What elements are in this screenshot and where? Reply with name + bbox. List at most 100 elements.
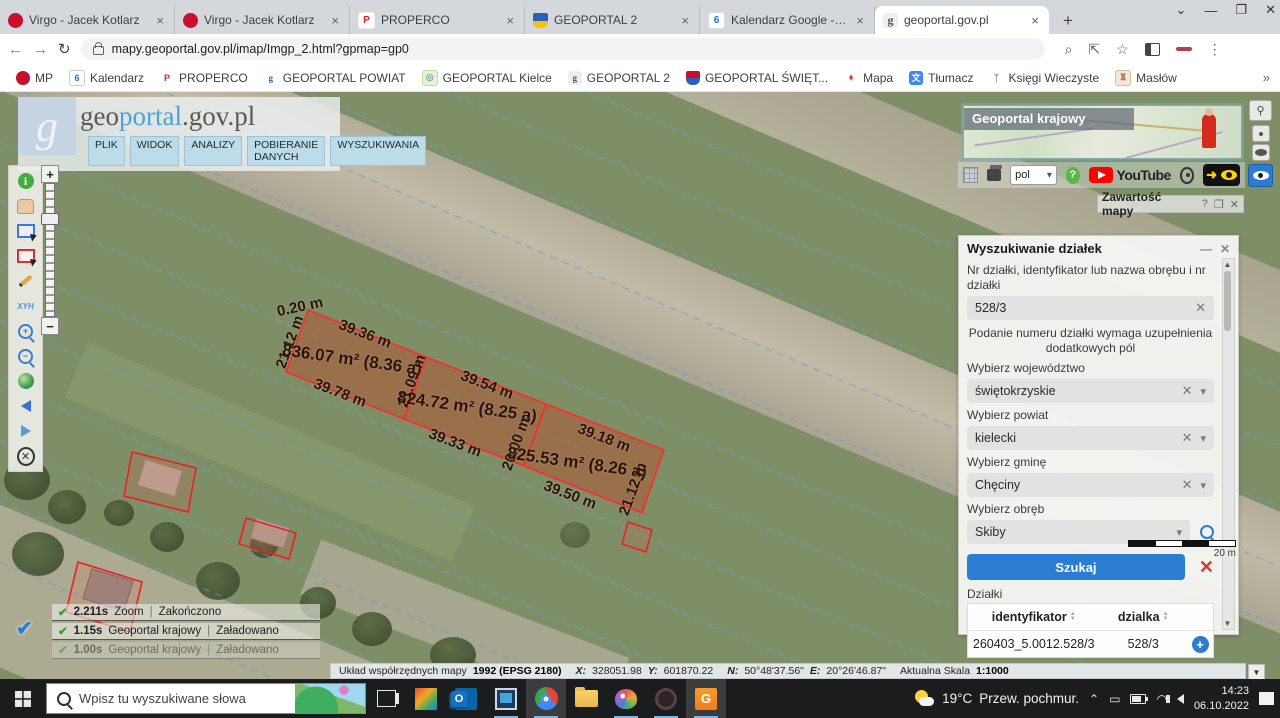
slider-zoom-out-button[interactable]: − <box>41 317 59 335</box>
tab-close-icon[interactable]: × <box>154 13 166 28</box>
select-rectangle-button[interactable] <box>17 222 35 240</box>
taskbar-app-chrome[interactable] <box>526 679 566 718</box>
panel-scrollbar[interactable]: ▲ ▼ <box>1222 258 1235 630</box>
bookmark-geoportal-powiat[interactable]: gGEOPORTAL POWIAT <box>258 69 412 87</box>
taskbar-clock[interactable]: 14:23 06.10.2022 <box>1194 684 1249 713</box>
tab-close-icon[interactable]: × <box>854 13 866 28</box>
taskbar-app-photos[interactable] <box>406 679 446 718</box>
zoom-out-button[interactable]: − <box>17 347 35 365</box>
tab-close-icon[interactable]: × <box>1029 13 1041 28</box>
scroll-down-icon[interactable]: ▼ <box>1223 619 1232 628</box>
bookmark-mapa[interactable]: ⬧Mapa <box>838 69 899 87</box>
bookmark-maslow[interactable]: ♜Masłów <box>1109 68 1183 88</box>
taskbar-app-g[interactable]: G <box>686 679 726 718</box>
bookmarks-overflow-icon[interactable]: » <box>1263 70 1270 85</box>
measure-button[interactable] <box>17 272 35 290</box>
zoom-slider-handle[interactable] <box>41 213 59 225</box>
url-field[interactable]: mapy.geoportal.gov.pl/imap/Imgp_2.html?g… <box>81 38 1045 60</box>
chevron-down-icon[interactable]: ▾ <box>1200 385 1206 398</box>
clear-icon[interactable]: ✕ <box>1182 477 1193 493</box>
hidden-icons-chevron[interactable]: ⌃ <box>1089 692 1099 706</box>
tablet-mode-icon[interactable]: ▭ <box>1109 692 1120 706</box>
full-extent-button[interactable] <box>17 372 35 390</box>
bookmark-geoportal-2[interactable]: gGEOPORTAL 2 <box>562 69 676 87</box>
taskbar-search-box[interactable]: Wpisz tu wyszukiwane słowa <box>46 683 366 714</box>
bookmark-geoportal-kielce[interactable]: ◎GEOPORTAL Kielce <box>416 68 558 88</box>
notification-center-icon[interactable] <box>1259 692 1274 705</box>
scroll-down-button[interactable]: ▼ <box>1248 664 1265 679</box>
chevron-down-icon[interactable]: ▾ <box>1200 479 1206 492</box>
bookmark-star-icon[interactable]: ☆ <box>1116 41 1129 58</box>
bookmark-mp[interactable]: MP <box>10 69 59 87</box>
search-icon[interactable] <box>1200 525 1214 539</box>
bookmark-ksiegi[interactable]: ᛉKsięgi Wieczyste <box>983 69 1105 87</box>
overview-minimap[interactable]: Geoportal krajowy <box>963 105 1242 159</box>
start-button[interactable] <box>0 679 46 718</box>
reload-icon[interactable]: ↻ <box>58 40 71 58</box>
slider-zoom-in-button[interactable]: + <box>41 165 59 183</box>
bookmark-properco[interactable]: PPROPERCO <box>154 69 254 87</box>
clear-selection-button[interactable]: ✕ <box>17 447 35 465</box>
close-icon[interactable]: ✕ <box>1220 242 1230 256</box>
add-parcel-button[interactable]: + <box>1192 636 1209 653</box>
volume-icon[interactable] <box>1177 694 1184 704</box>
clear-icon[interactable]: ✕ <box>1182 383 1193 399</box>
previous-view-button[interactable] <box>17 397 35 415</box>
tab-close-icon[interactable]: × <box>504 13 516 28</box>
minimize-icon[interactable]: — <box>1200 242 1212 256</box>
pan-button[interactable] <box>17 197 35 215</box>
menu-pobieranie-danych[interactable]: POBIERANIE DANYCH <box>247 136 325 166</box>
clear-icon[interactable]: ✕ <box>1195 300 1206 316</box>
commune-select[interactable]: Chęciny ✕ ▾ <box>967 473 1214 497</box>
taskbar-app-dark[interactable] <box>646 679 686 718</box>
extension-icon[interactable] <box>1176 47 1192 51</box>
youtube-link[interactable]: YouTube <box>1089 167 1171 183</box>
bookmark-geoportal-swiet[interactable]: GEOPORTAL ŚWIĘT... <box>680 69 834 87</box>
column-dzialka[interactable]: dzialka▲▼ <box>1099 604 1187 630</box>
eye-toggle-button[interactable] <box>1252 144 1270 161</box>
language-select[interactable]: pol▾ <box>1010 165 1057 185</box>
map-tools-button[interactable]: ⚲ <box>1249 100 1272 121</box>
menu-analizy[interactable]: ANALIZY <box>184 136 242 166</box>
tab-close-icon[interactable]: × <box>679 13 691 28</box>
battery-icon[interactable] <box>1130 694 1146 704</box>
tab-close-icon[interactable]: × <box>329 13 341 28</box>
bookmark-tlumacz[interactable]: 文Tłumacz <box>903 69 979 87</box>
tab-kalendarz[interactable]: 6 Kalendarz Google - cz × <box>700 6 875 34</box>
taskbar-app-explorer[interactable] <box>566 679 606 718</box>
search-highlight-art[interactable] <box>295 684 365 714</box>
taskbar-app-paint[interactable] <box>606 679 646 718</box>
column-identyfikator[interactable]: identyfikator▲▼ <box>968 604 1099 630</box>
select-red-rectangle-button[interactable] <box>17 247 35 265</box>
zoom-slider-track[interactable] <box>45 183 55 317</box>
menu-wyszukiwania[interactable]: WYSZUKIWANIA <box>330 136 426 166</box>
zoom-page-icon[interactable]: ⌕ <box>1065 41 1073 58</box>
map-viewport[interactable]: 0.20 m 21.12 m 39.36 m 836.07 m² (8.36 a… <box>0 92 1280 679</box>
layer-visibility-button[interactable] <box>1248 164 1273 187</box>
tab-geoportal-active[interactable]: g geoportal.gov.pl × <box>875 6 1049 34</box>
next-view-button[interactable] <box>17 422 35 440</box>
tab-virgo-1[interactable]: Virgo - Jacek Kotlarz × <box>0 6 175 34</box>
menu-widok[interactable]: WIDOK <box>130 136 180 166</box>
help-icon[interactable]: ? <box>1202 198 1208 210</box>
identify-button[interactable]: i <box>17 172 35 190</box>
chrome-menu-icon[interactable]: ⋮ <box>1208 41 1222 58</box>
cancel-icon[interactable]: ✕ <box>1199 557 1214 578</box>
maximize-icon[interactable]: ❐ <box>1235 2 1247 18</box>
parcel-number-input[interactable]: 528/3 ✕ <box>967 296 1214 320</box>
province-select[interactable]: świętokrzyskie ✕ ▾ <box>967 379 1214 403</box>
tab-geoportal2[interactable]: GEOPORTAL 2 × <box>525 6 700 34</box>
task-view-button[interactable] <box>366 679 406 718</box>
new-tab-button[interactable]: + <box>1055 8 1081 34</box>
county-select[interactable]: kielecki ✕ ▾ <box>967 426 1214 450</box>
tab-properco[interactable]: P PROPERCO × <box>350 6 525 34</box>
bookmark-kalendarz[interactable]: 6Kalendarz <box>63 68 150 88</box>
scroll-up-icon[interactable]: ▲ <box>1223 260 1232 269</box>
zoom-in-button[interactable]: + <box>17 322 35 340</box>
minimize-icon[interactable]: — <box>1204 3 1217 18</box>
clear-icon[interactable]: ✕ <box>1182 430 1193 446</box>
legend-grid-icon[interactable] <box>963 167 978 183</box>
visibility-toggle[interactable]: ➜ <box>1203 164 1240 186</box>
help-button[interactable]: ? <box>1066 167 1080 184</box>
dot-toggle-button[interactable] <box>1252 125 1270 142</box>
